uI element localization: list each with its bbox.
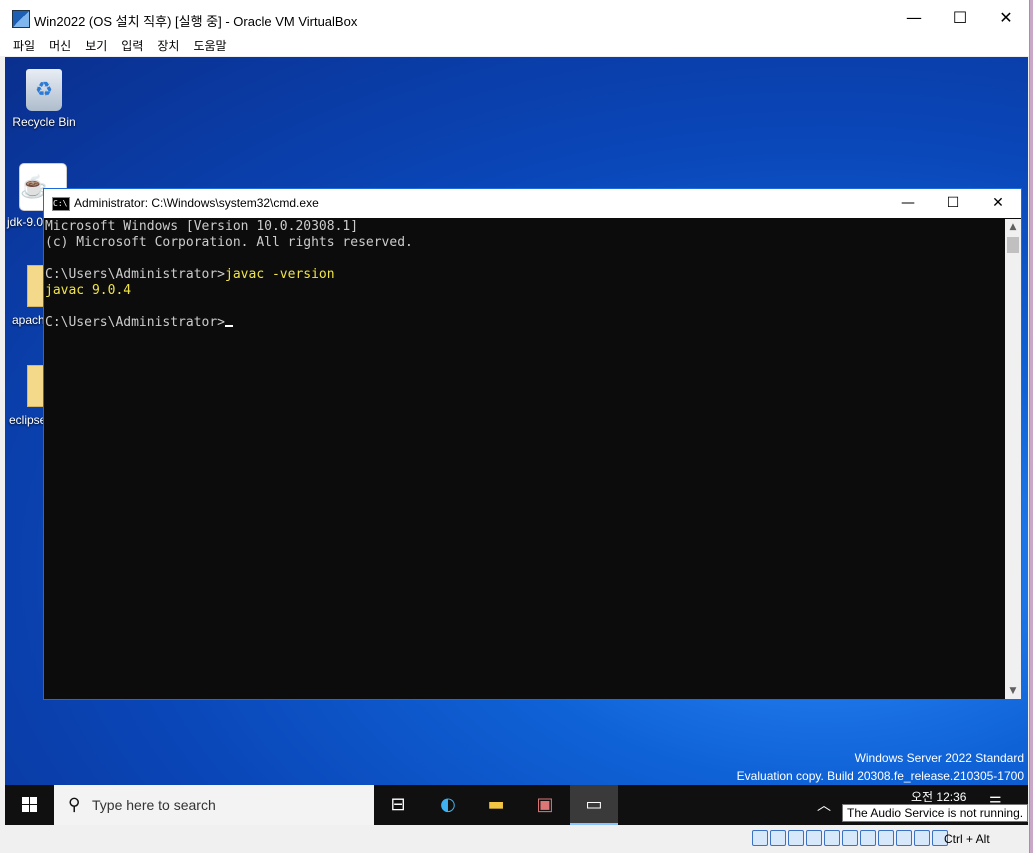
cmd-close-button[interactable]: ✕ <box>975 189 1021 218</box>
menu-devices[interactable]: 장치 <box>150 36 186 56</box>
desktop-icon-recycle-bin[interactable]: Recycle Bin <box>5 63 83 129</box>
vbox-titlebar: Win2022 (OS 설치 직후) [실행 중] - Oracle VM Vi… <box>0 0 1029 36</box>
console-line: C:\Users\Administrator>javac -version <box>45 267 1005 283</box>
maximize-button[interactable]: ☐ <box>937 0 983 36</box>
prompt-text: C:\Users\Administrator> <box>45 267 226 282</box>
scroll-down-icon[interactable]: ▼ <box>1005 683 1021 699</box>
host-key-label: Ctrl + Alt <box>944 832 990 846</box>
optical-drive-icon[interactable] <box>770 830 786 846</box>
cmd-taskbar-icon[interactable]: ▭ <box>570 785 618 825</box>
status-icons <box>752 830 950 848</box>
edge-icon[interactable]: ◐ <box>424 785 472 825</box>
hard-disk-icon[interactable] <box>752 830 768 846</box>
audio-tooltip: The Audio Service is not running. <box>842 804 1029 822</box>
windows-logo-pane <box>30 805 37 812</box>
cpu-icon[interactable] <box>896 830 912 846</box>
network-icon[interactable] <box>806 830 822 846</box>
close-button[interactable]: ✕ <box>983 0 1029 36</box>
usb-icon[interactable] <box>824 830 840 846</box>
menu-input[interactable]: 입력 <box>114 36 150 56</box>
scroll-up-icon[interactable]: ▲ <box>1005 219 1021 235</box>
cmd-minimize-button[interactable]: — <box>885 189 931 218</box>
virtualbox-window: Win2022 (OS 설치 직후) [실행 중] - Oracle VM Vi… <box>0 0 1030 853</box>
clock-time[interactable]: 오전 12:36 <box>911 788 966 805</box>
vbox-window-title: Win2022 (OS 설치 직후) [실행 중] - Oracle VM Vi… <box>34 14 358 29</box>
menu-machine[interactable]: 머신 <box>42 36 78 56</box>
scroll-thumb[interactable] <box>1007 237 1019 253</box>
windows-logo-pane <box>22 805 29 812</box>
prompt-text: C:\Users\Administrator> <box>45 315 226 330</box>
console-line: Microsoft Windows [Version 10.0.20308.1] <box>45 219 359 234</box>
console-line: (c) Microsoft Corporation. All rights re… <box>45 235 413 250</box>
console-line: javac 9.0.4 <box>45 283 132 298</box>
taskbar-search[interactable]: ⚲ Type here to search <box>54 785 374 825</box>
desktop-icon-label: Recycle Bin <box>12 115 76 129</box>
file-explorer-icon[interactable]: ▬ <box>472 785 520 825</box>
console-output[interactable]: Microsoft Windows [Version 10.0.20308.1]… <box>44 219 1005 699</box>
menu-view[interactable]: 보기 <box>78 36 114 56</box>
cmd-window-title: Administrator: C:\Windows\system32\cmd.e… <box>74 196 319 210</box>
text-cursor <box>225 325 234 327</box>
console-scrollbar[interactable]: ▲ ▼ <box>1005 219 1021 699</box>
task-view-icon[interactable]: ⊟ <box>374 785 422 825</box>
search-icon: ⚲ <box>68 795 81 815</box>
console-line: C:\Users\Administrator> <box>45 315 1005 331</box>
mouse-integration-icon[interactable] <box>914 830 930 846</box>
search-placeholder: Type here to search <box>92 797 216 813</box>
recording-icon[interactable] <box>878 830 894 846</box>
cmd-titlebar[interactable]: C:\ Administrator: C:\Windows\system32\c… <box>44 189 1021 218</box>
chevron-up-icon[interactable]: ︿ <box>817 795 831 815</box>
vbox-menubar: 파일 머신 보기 입력 장치 도움말 <box>0 36 1029 56</box>
minimize-button[interactable]: — <box>891 0 937 36</box>
shared-folders-icon[interactable] <box>842 830 858 846</box>
cmd-icon: C:\ <box>52 197 70 211</box>
start-button[interactable] <box>5 785 53 825</box>
cmd-maximize-button[interactable]: ☐ <box>930 189 976 218</box>
audio-icon[interactable] <box>788 830 804 846</box>
cmd-window: C:\ Administrator: C:\Windows\system32\c… <box>43 188 1022 700</box>
command-text: javac -version <box>225 267 335 282</box>
vbox-statusbar: Ctrl + Alt <box>0 825 1029 853</box>
edition-watermark: Windows Server 2022 Standard <box>854 751 1024 765</box>
windows-logo-pane <box>30 797 37 804</box>
build-watermark: Evaluation copy. Build 20308.fe_release.… <box>736 769 1024 783</box>
virtualbox-icon <box>12 10 30 28</box>
menu-help[interactable]: 도움말 <box>186 36 233 56</box>
app-icon[interactable]: ▣ <box>521 785 569 825</box>
windows-logo-icon <box>22 797 29 804</box>
display-icon[interactable] <box>860 830 876 846</box>
menu-file[interactable]: 파일 <box>6 36 42 56</box>
recycle-bin-icon <box>26 69 62 111</box>
